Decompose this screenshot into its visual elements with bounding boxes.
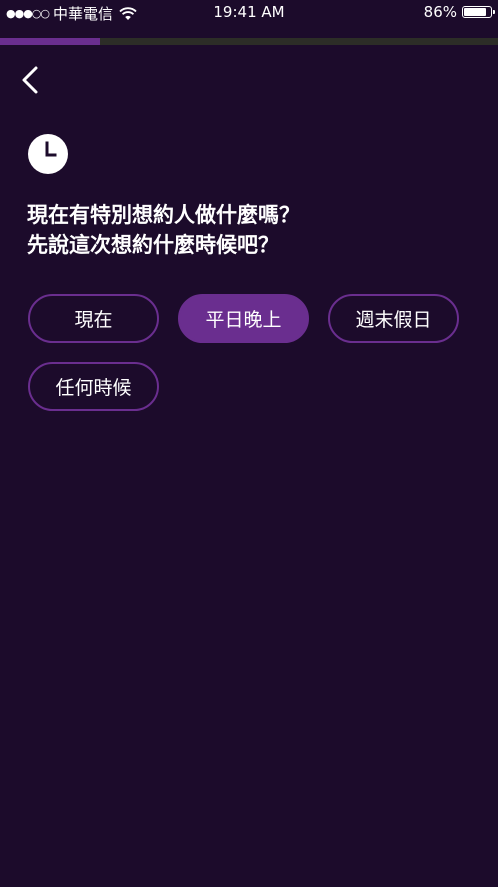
option-anytime-button[interactable]: 任何時候 bbox=[28, 362, 159, 411]
option-weeknight-button[interactable]: 平日晚上 bbox=[178, 294, 309, 343]
time-options: 現在 平日晚上 週末假日 任何時候 bbox=[28, 294, 480, 411]
option-weekend-button[interactable]: 週末假日 bbox=[328, 294, 459, 343]
battery-fill bbox=[464, 8, 487, 16]
battery-icon bbox=[462, 6, 495, 18]
progress-track bbox=[0, 38, 498, 45]
chevron-left-icon[interactable] bbox=[14, 62, 50, 98]
battery-percent: 86% bbox=[423, 3, 457, 21]
question-line-1: 現在有特別想約人做什麼嗎？ bbox=[27, 203, 300, 227]
clock-icon bbox=[28, 134, 68, 174]
option-now-button[interactable]: 現在 bbox=[28, 294, 159, 343]
status-right: 86% bbox=[423, 3, 495, 21]
question-text: 現在有特別想約人做什麼嗎？ 先說這次想約什麼時候吧？ bbox=[27, 200, 477, 260]
question-line-2: 先說這次想約什麼時候吧？ bbox=[27, 233, 279, 257]
battery-tip bbox=[493, 10, 495, 14]
status-bar: ●●●○○ 中華電信 19:41 AM 86% bbox=[0, 0, 498, 26]
progress-fill bbox=[0, 38, 100, 45]
